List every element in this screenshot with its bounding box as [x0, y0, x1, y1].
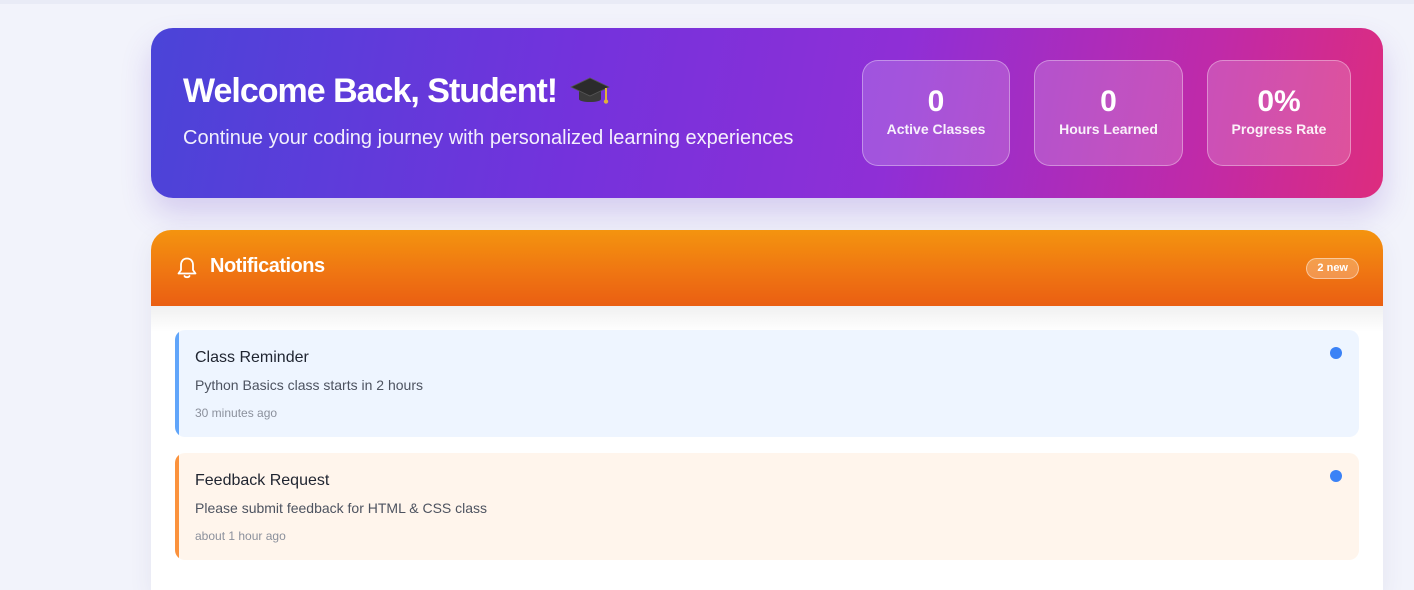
stat-card-hours-learned: 0 Hours Learned [1034, 60, 1183, 166]
welcome-title: Welcome Back, Student! [183, 72, 611, 111]
notification-accent-bar [175, 453, 179, 560]
unread-dot-icon [1330, 470, 1342, 482]
notifications-header: Notifications 2 new [151, 230, 1383, 306]
bell-icon [177, 257, 197, 279]
notification-accent-bar [175, 330, 179, 437]
unread-dot-icon [1330, 347, 1342, 359]
notification-title: Feedback Request [195, 472, 330, 489]
stat-label: Hours Learned [1059, 121, 1158, 137]
top-strip [0, 0, 1414, 4]
welcome-subtitle: Continue your coding journey with person… [183, 127, 794, 149]
notification-item-class-reminder[interactable]: Class Reminder Python Basics class start… [175, 330, 1359, 437]
header-shadow [151, 306, 1383, 332]
stat-label: Active Classes [886, 121, 986, 137]
notification-title: Class Reminder [195, 349, 309, 366]
stat-card-progress-rate: 0% Progress Rate [1207, 60, 1351, 166]
stat-value: 0 [1100, 85, 1117, 118]
notifications-panel: Notifications 2 new Class Reminder Pytho… [151, 230, 1383, 590]
stat-card-active-classes: 0 Active Classes [862, 60, 1010, 166]
notification-time: about 1 hour ago [195, 529, 286, 543]
welcome-title-text: Welcome Back, Student! [183, 72, 558, 110]
new-count-badge: 2 new [1306, 258, 1359, 279]
stat-value: 0 [927, 85, 945, 118]
notification-message: Please submit feedback for HTML & CSS cl… [195, 500, 488, 516]
notification-time: 30 minutes ago [195, 406, 278, 420]
stat-value: 0% [1257, 85, 1301, 118]
graduation-cap-icon [570, 77, 611, 104]
notifications-title: Notifications [210, 255, 325, 277]
stat-label: Progress Rate [1231, 121, 1327, 137]
welcome-banner: Welcome Back, Student! Continue your cod… [151, 28, 1383, 198]
notification-item-feedback-request[interactable]: Feedback Request Please submit feedback … [175, 453, 1359, 560]
notification-message: Python Basics class starts in 2 hours [195, 377, 423, 393]
